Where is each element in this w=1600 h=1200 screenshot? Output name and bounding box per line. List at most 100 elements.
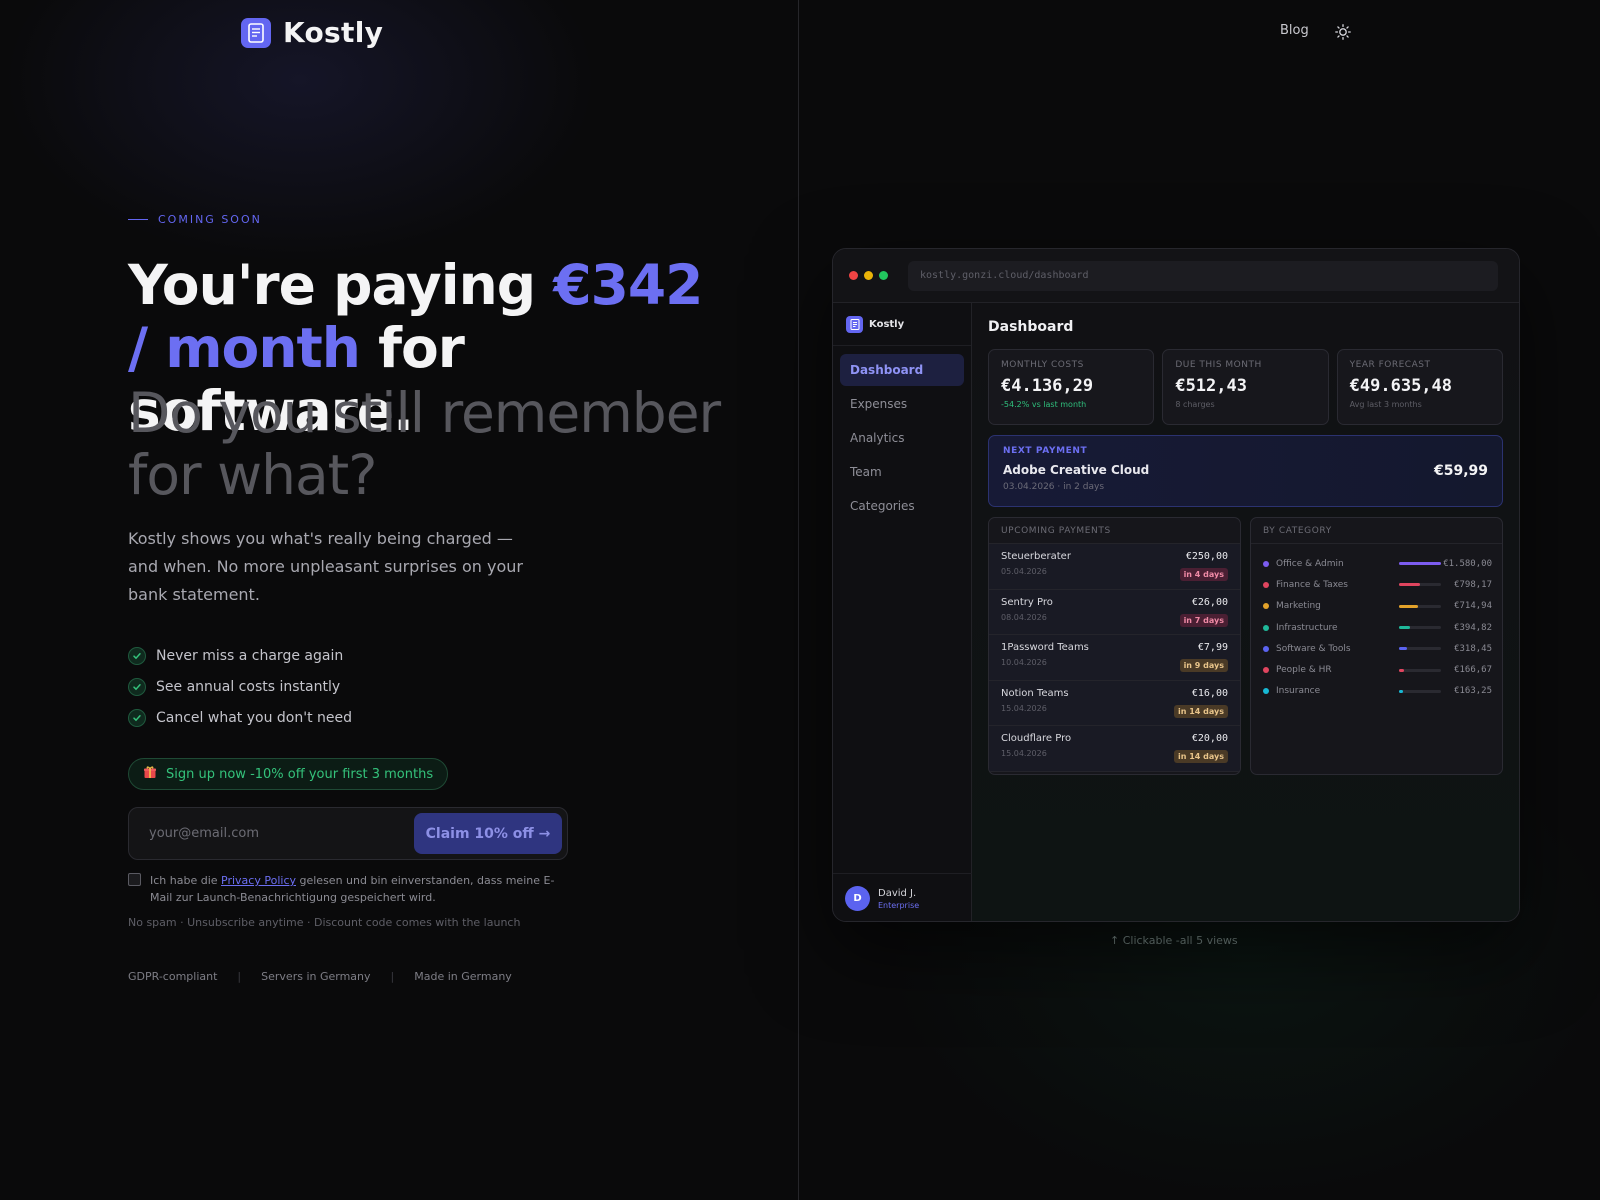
app-sidebar: Kostly Dashboard Expenses Analytics Team… <box>833 303 972 921</box>
stat-sub: 8 charges <box>1175 400 1215 409</box>
category-name: Office & Admin <box>1276 558 1344 569</box>
signup-form: Claim 10% off → <box>128 807 568 860</box>
consent-pre: Ich habe die <box>150 874 222 887</box>
stat-monthly-costs: MONTHLY COSTS €4.136,29 -54.2% vs last m… <box>988 349 1155 425</box>
category-amount: €166,67 <box>1454 665 1492 676</box>
privacy-policy-link[interactable]: Privacy Policy <box>221 874 296 887</box>
window-close-dot <box>849 271 858 280</box>
category-color-dot <box>1263 560 1269 567</box>
hero-lead: Kostly shows you what's really being cha… <box>128 529 523 604</box>
stat-label: MONTHLY COSTS <box>1001 360 1084 370</box>
dashboard-preview-window: kostly.gonzi.cloud/dashboard Kostly Dash… <box>832 248 1520 922</box>
stat-year-forecast: YEAR FORECAST €49.635,48 Avg last 3 mont… <box>1336 349 1503 425</box>
status-badge: in 9 days <box>1179 659 1228 672</box>
stat-label: DUE THIS MONTH <box>1175 360 1262 370</box>
category-share-bar <box>1399 583 1441 587</box>
list-item[interactable]: Finance & Taxes €798,17 <box>1263 574 1492 595</box>
sidebar-item-dashboard[interactable]: Dashboard <box>840 354 964 386</box>
gift-icon <box>143 765 157 783</box>
window-maximize-dot <box>879 271 888 280</box>
nav-blog-link[interactable]: Blog <box>1280 23 1309 38</box>
landing-page: Kostly Blog COMING SOON You're paying €3… <box>0 0 1600 1200</box>
benefit-text: Cancel what you don't need <box>156 709 352 726</box>
no-spam-note: No spam · Unsubscribe anytime · Discount… <box>128 916 521 929</box>
brand-logo[interactable]: Kostly <box>241 16 383 49</box>
dashboard-main: Dashboard MONTHLY COSTS €4.136,29 -54.2%… <box>972 303 1519 921</box>
category-name: Infrastructure <box>1276 622 1338 633</box>
address-bar: kostly.gonzi.cloud/dashboard <box>908 260 1498 291</box>
upcoming-payments-list: Steuerberater 05.04.2026 €250,00 in 4 days S… <box>989 544 1240 772</box>
table-row[interactable]: Sentry Pro 08.04.2026 €26,00 in 7 days <box>989 589 1240 635</box>
table-row[interactable]: Cloudflare Pro 15.04.2026 €20,00 in 14 days <box>989 726 1240 772</box>
category-share-fill <box>1399 583 1420 587</box>
benefit-text: Never miss a charge again <box>156 647 344 664</box>
panel-title: UPCOMING PAYMENTS <box>989 518 1240 544</box>
sidebar-item-analytics[interactable]: Analytics <box>840 422 964 454</box>
sidebar-brand-name: Kostly <box>869 318 905 330</box>
benefit-item: Never miss a charge again <box>128 640 352 671</box>
list-item[interactable]: Infrastructure €394,82 <box>1263 617 1492 638</box>
status-badge: in 14 days <box>1174 704 1228 718</box>
category-amount: €714,94 <box>1454 601 1492 612</box>
receipt-icon <box>241 17 271 48</box>
category-share-bar <box>1399 604 1441 608</box>
payment-amount: €16,00 <box>1191 687 1228 699</box>
category-share-fill <box>1399 562 1441 566</box>
next-payment-date: 03.04.2026 · in 2 days <box>1003 482 1105 492</box>
sidebar-item-expenses[interactable]: Expenses <box>840 388 964 420</box>
claim-discount-button[interactable]: Claim 10% off → <box>414 813 562 854</box>
table-row[interactable]: Steuerberater 05.04.2026 €250,00 in 4 days <box>989 544 1240 590</box>
payment-amount: €20,00 <box>1191 733 1228 744</box>
list-item[interactable]: Software & Tools €318,45 <box>1263 638 1492 659</box>
trust-servers: Servers in Germany <box>261 970 371 983</box>
category-name: Software & Tools <box>1276 643 1351 654</box>
list-item[interactable]: Marketing €714,94 <box>1263 596 1492 617</box>
category-name: Marketing <box>1276 601 1321 612</box>
category-share-fill <box>1399 647 1408 651</box>
category-color-dot <box>1263 688 1269 695</box>
trust-separator: | <box>237 970 242 983</box>
category-name: People & HR <box>1276 665 1332 676</box>
sidebar-item-categories[interactable]: Categories <box>840 490 964 522</box>
promo-badge: Sign up now -10% off your first 3 months <box>128 758 449 790</box>
eyebrow-line <box>128 219 148 220</box>
status-badge: in 7 days <box>1179 613 1228 627</box>
user-profile[interactable]: D David J. Enterprise <box>833 873 972 921</box>
category-amount: €798,17 <box>1454 579 1492 590</box>
by-category-panel: BY CATEGORY Office & Admin €1.580,00 Finan… <box>1250 517 1503 775</box>
user-info: David J. Enterprise <box>878 888 919 910</box>
table-row[interactable]: Notion Teams 15.04.2026 €16,00 in 14 days <box>989 680 1240 726</box>
payment-name: 1Password Teams <box>1001 642 1089 653</box>
benefit-item: See annual costs instantly <box>128 671 352 702</box>
theme-toggle-sun-icon[interactable] <box>1335 24 1351 40</box>
user-plan: Enterprise <box>878 900 920 910</box>
table-row[interactable]: 1Password Teams 10.04.2026 €7,99 in 9 days <box>989 635 1240 681</box>
list-item[interactable]: Insurance €163,25 <box>1263 681 1492 702</box>
trust-row: GDPR-compliant | Servers in Germany | Ma… <box>128 970 512 983</box>
category-list: Office & Admin €1.580,00 Finance & Taxes €7… <box>1251 544 1502 702</box>
category-share-fill <box>1399 668 1404 672</box>
consent-checkbox[interactable] <box>128 873 141 886</box>
stat-cards: MONTHLY COSTS €4.136,29 -54.2% vs last m… <box>988 349 1503 425</box>
category-color-dot <box>1263 603 1269 610</box>
window-minimize-dot <box>864 271 873 280</box>
category-share-bar <box>1399 647 1441 651</box>
stat-label: YEAR FORECAST <box>1349 360 1431 370</box>
user-name: David J. <box>878 887 917 899</box>
sidebar-item-team[interactable]: Team <box>840 456 964 488</box>
list-item[interactable]: People & HR €166,67 <box>1263 659 1492 680</box>
category-share-fill <box>1399 626 1410 630</box>
stat-value: €49.635,48 <box>1349 376 1453 396</box>
benefit-item: Cancel what you don't need <box>128 702 352 733</box>
sidebar-brand: Kostly <box>833 303 971 346</box>
trust-made-in: Made in Germany <box>414 970 512 983</box>
trust-separator: | <box>390 970 395 983</box>
split-divider <box>798 0 799 1200</box>
sidebar-nav: Dashboard Expenses Analytics Team Catego… <box>833 346 971 532</box>
stat-value: €512,43 <box>1175 376 1247 396</box>
list-item[interactable]: Office & Admin €1.580,00 <box>1263 553 1492 574</box>
promo-text: Sign up now -10% off your first 3 months <box>166 766 434 782</box>
next-payment-card[interactable]: NEXT PAYMENT Adobe Creative Cloud 03.04.… <box>988 435 1503 507</box>
email-input[interactable] <box>149 826 414 841</box>
check-icon <box>128 708 146 727</box>
